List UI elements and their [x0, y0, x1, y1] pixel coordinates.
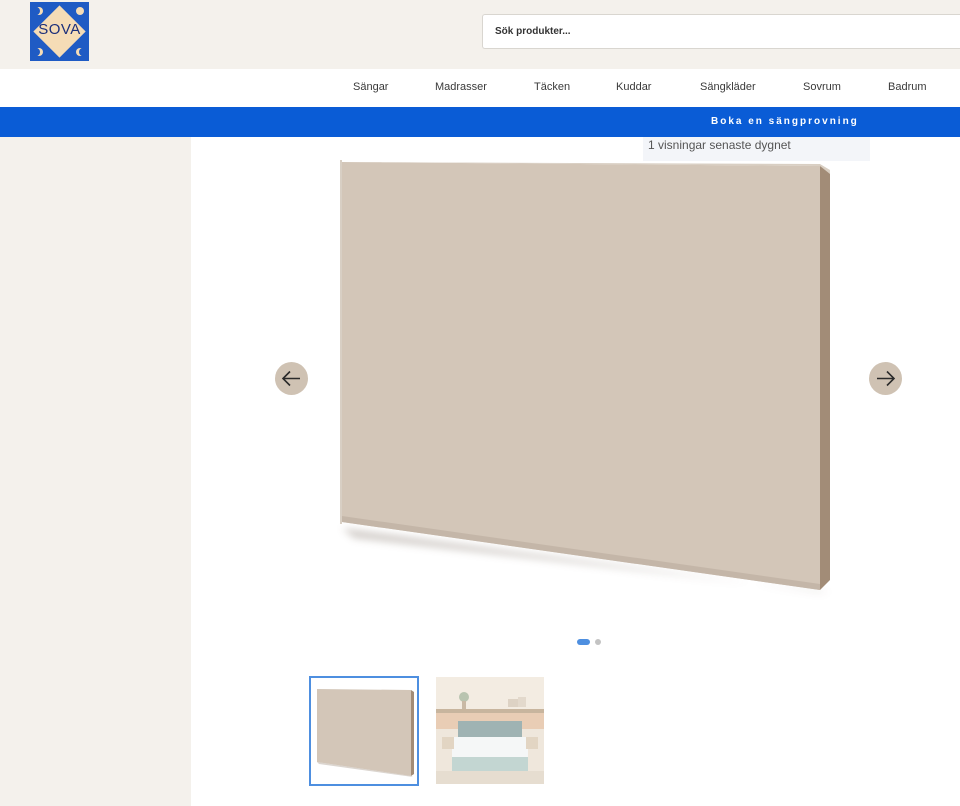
nav-item-madrasser[interactable]: Madrasser [435, 81, 487, 93]
nav-item-kuddar[interactable]: Kuddar [616, 81, 651, 93]
gallery-prev-button[interactable] [275, 362, 308, 395]
logo-moon-icon [76, 48, 87, 56]
logo-moon-icon [32, 48, 43, 56]
header: SOVA Sök produkter... [0, 0, 960, 69]
product-image-headboard [340, 160, 830, 592]
main-nav: Sängar Madrasser Täcken Kuddar Sängkläde… [0, 69, 960, 107]
thumbnail-bedroom[interactable] [436, 677, 544, 784]
logo-sun-icon [76, 7, 84, 15]
thumbnail-headboard-image [317, 689, 414, 777]
logo-moon-icon [32, 7, 43, 15]
thumbnail-headboard[interactable] [309, 676, 419, 786]
search-placeholder: Sök produkter... [495, 26, 571, 37]
nav-item-tacken[interactable]: Täcken [534, 81, 570, 93]
views-notice: 1 visningar senaste dygnet [643, 137, 870, 161]
logo-text: SOVA [38, 21, 81, 38]
sova-logo[interactable]: SOVA [30, 2, 89, 61]
gallery-dot-1[interactable] [577, 639, 590, 645]
nav-item-sangklader[interactable]: Sängkläder [700, 81, 756, 93]
arrow-right-icon [877, 370, 896, 387]
nav-item-sangar[interactable]: Sängar [353, 81, 388, 93]
gallery-dot-2[interactable] [595, 639, 601, 645]
arrow-left-icon [281, 370, 300, 387]
banner-text[interactable]: Boka en sängprovning [711, 116, 859, 127]
promo-banner[interactable]: Boka en sängprovning [0, 107, 960, 137]
gallery-next-button[interactable] [869, 362, 902, 395]
views-text: 1 visningar senaste dygnet [648, 138, 791, 152]
thumbnail-bedroom-image [436, 677, 544, 784]
search-input[interactable]: Sök produkter... [482, 14, 960, 49]
nav-item-badrum[interactable]: Badrum [888, 81, 927, 93]
nav-item-sovrum[interactable]: Sovrum [803, 81, 841, 93]
